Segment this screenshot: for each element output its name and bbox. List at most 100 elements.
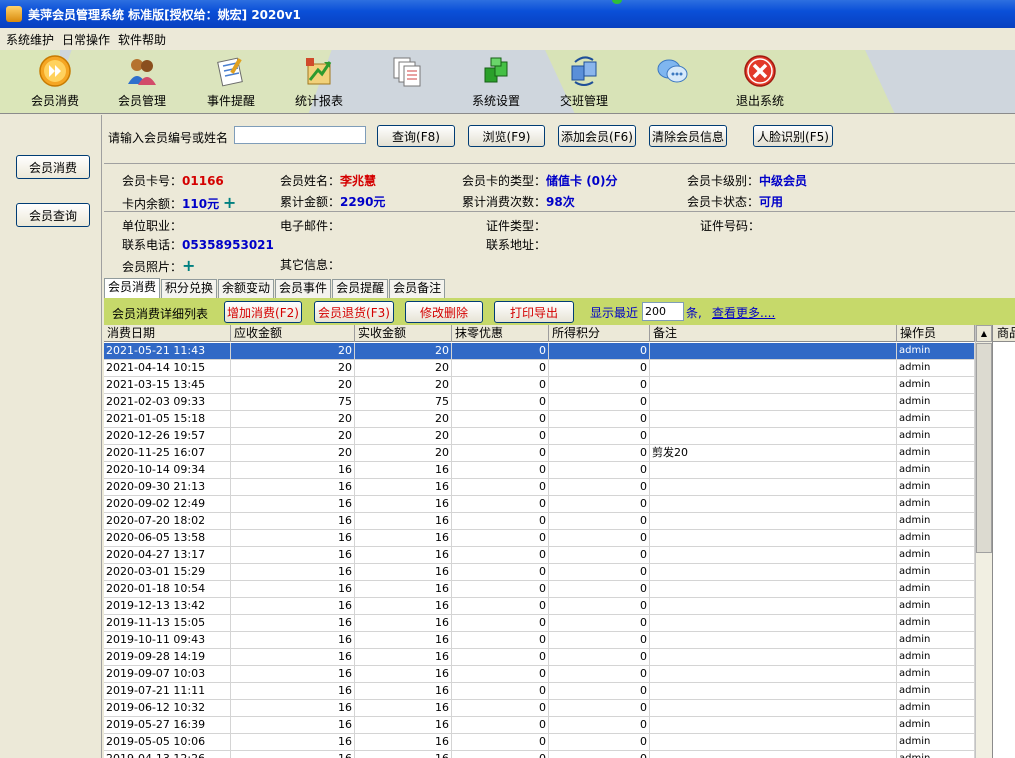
add-photo-icon[interactable]: + xyxy=(182,256,195,275)
toolbar-shift-button[interactable]: 交班管理 xyxy=(549,54,619,112)
cell-rounding: 0 xyxy=(452,530,549,547)
tab-points-exchange[interactable]: 积分兑换 xyxy=(161,279,218,298)
table-scrollbar[interactable]: ▲ xyxy=(975,325,992,758)
table-row[interactable]: 2020-11-25 16:07 20 20 0 0 剪发20 admin xyxy=(104,445,992,462)
add-member-button[interactable]: 添加会员(F6) xyxy=(558,125,636,147)
table-row[interactable]: 2019-09-07 10:03 16 16 0 0 admin xyxy=(104,666,992,683)
table-row[interactable]: 2019-11-13 15:05 16 16 0 0 admin xyxy=(104,615,992,632)
tab-member-events[interactable]: 会员事件 xyxy=(275,279,332,298)
column-header-operator[interactable]: 操作员 xyxy=(897,325,975,342)
table-row[interactable]: 2019-10-11 09:43 16 16 0 0 admin xyxy=(104,632,992,649)
side-member-consume-button[interactable]: 会员消费 xyxy=(16,155,90,179)
divider xyxy=(104,163,1015,164)
cell-note xyxy=(650,700,897,717)
member-return-button[interactable]: 会员退货(F3) xyxy=(314,301,394,323)
edit-delete-button[interactable]: 修改删除 xyxy=(405,301,483,323)
table-row[interactable]: 2019-05-27 16:39 16 16 0 0 admin xyxy=(104,717,992,734)
table-row[interactable]: 2020-01-18 10:54 16 16 0 0 admin xyxy=(104,581,992,598)
table-row[interactable]: 2019-09-28 14:19 16 16 0 0 admin xyxy=(104,649,992,666)
toolbar-member-consume-button[interactable]: 会员消费 xyxy=(20,54,90,112)
table-row[interactable]: 2020-06-05 13:58 16 16 0 0 admin xyxy=(104,530,992,547)
card-no-label: 会员卡号： xyxy=(122,174,183,188)
table-row[interactable]: 2020-09-30 21:13 16 16 0 0 admin xyxy=(104,479,992,496)
menu-daily[interactable]: 日常操作 xyxy=(62,31,110,48)
app-icon xyxy=(6,6,22,22)
menu-system[interactable]: 系统维护 xyxy=(6,31,54,48)
table-row[interactable]: 2020-04-27 13:17 16 16 0 0 admin xyxy=(104,547,992,564)
cell-note xyxy=(650,513,897,530)
cell-operator: admin xyxy=(897,581,975,598)
cell-paid: 16 xyxy=(355,462,452,479)
table-row[interactable]: 2019-04-13 12:26161600admin xyxy=(104,751,992,758)
table-row[interactable]: 2021-03-15 13:45 20 20 0 0 admin xyxy=(104,377,992,394)
column-header-date[interactable]: 消费日期 xyxy=(104,325,231,342)
recent-label: 显示最近 xyxy=(590,306,639,320)
clear-member-button[interactable]: 清除会员信息 xyxy=(649,125,727,147)
table-row[interactable]: 2019-06-12 10:32 16 16 0 0 admin xyxy=(104,700,992,717)
menu-help[interactable]: 软件帮助 xyxy=(118,31,166,48)
table-row[interactable]: 2021-05-21 11:43 20 20 0 0 admin xyxy=(104,343,992,360)
toolbar-exit-button[interactable]: 退出系统 xyxy=(725,54,795,112)
tab-member-reminders[interactable]: 会员提醒 xyxy=(332,279,389,298)
card-type-field: 会员卡的类型：储值卡 (0)分 xyxy=(462,172,618,189)
cell-note xyxy=(650,717,897,734)
toolbar-settings-button[interactable]: 系统设置 xyxy=(461,54,531,112)
cell-paid: 16 xyxy=(355,666,452,683)
toolbar-chat-button[interactable] xyxy=(637,54,707,112)
cell-operator: admin xyxy=(897,496,975,513)
table-row[interactable]: 2020-09-02 12:49 16 16 0 0 admin xyxy=(104,496,992,513)
cell-points: 0 xyxy=(549,632,650,649)
scrollbar-thumb[interactable] xyxy=(976,343,992,553)
cell-rounding: 0 xyxy=(452,479,549,496)
cell-rounding: 0 xyxy=(452,547,549,564)
scroll-up-icon[interactable]: ▲ xyxy=(976,325,992,342)
table-row[interactable]: 2019-07-21 11:11 16 16 0 0 admin xyxy=(104,683,992,700)
cell-paid: 16 xyxy=(355,700,452,717)
column-header-paid[interactable]: 实收金额 xyxy=(355,325,452,342)
cell-date: 2019-04-13 12:26 xyxy=(104,751,231,758)
browse-button[interactable]: 浏览(F9) xyxy=(468,125,545,147)
table-row[interactable]: 2020-12-26 19:57 20 20 0 0 admin xyxy=(104,428,992,445)
status-field: 会员卡状态：可用 xyxy=(687,193,783,210)
table-row[interactable]: 2020-03-01 15:29 16 16 0 0 admin xyxy=(104,564,992,581)
toolbar-event-reminder-button[interactable]: 事件提醒 xyxy=(196,54,266,112)
close-circle-icon xyxy=(743,54,777,88)
table-row[interactable]: 2020-10-14 09:34 16 16 0 0 admin xyxy=(104,462,992,479)
toolbar-documents-button[interactable] xyxy=(372,54,442,112)
cell-due: 16 xyxy=(231,496,355,513)
toolbar-label: 会员管理 xyxy=(117,94,166,108)
table-row[interactable]: 2019-05-05 10:06 16 16 0 0 admin xyxy=(104,734,992,751)
toolbar-member-manage-button[interactable]: 会员管理 xyxy=(107,54,177,112)
toolbar-report-button[interactable]: 统计报表 xyxy=(284,54,354,112)
column-header-rounding[interactable]: 抹零优惠 xyxy=(452,325,549,342)
cell-note xyxy=(650,479,897,496)
column-header-points[interactable]: 所得积分 xyxy=(549,325,650,342)
window-title: 美萍会员管理系统 标准版[授权给：姚宏] 2020v1 xyxy=(28,7,301,22)
cell-operator: admin xyxy=(897,666,975,683)
table-row[interactable]: 2021-02-03 09:33 75 75 0 0 admin xyxy=(104,394,992,411)
table-row[interactable]: 2021-01-05 15:18 20 20 0 0 admin xyxy=(104,411,992,428)
add-balance-icon[interactable]: + xyxy=(223,193,236,212)
table-row[interactable]: 2019-12-13 13:42 16 16 0 0 admin xyxy=(104,598,992,615)
tab-member-consume[interactable]: 会员消费 xyxy=(104,278,161,298)
query-button[interactable]: 查询(F8) xyxy=(377,125,455,147)
print-export-button[interactable]: 打印导出 xyxy=(494,301,574,323)
tab-member-notes[interactable]: 会员备注 xyxy=(389,279,446,298)
side-member-query-button[interactable]: 会员查询 xyxy=(16,203,90,227)
cell-note xyxy=(650,734,897,751)
cell-operator: admin xyxy=(897,700,975,717)
cell-due: 16 xyxy=(231,700,355,717)
table-row[interactable]: 2020-07-20 18:02 16 16 0 0 admin xyxy=(104,513,992,530)
table-row[interactable]: 2021-04-14 10:15 20 20 0 0 admin xyxy=(104,360,992,377)
recent-count-input[interactable]: 200 xyxy=(642,302,684,321)
column-header-note[interactable]: 备注 xyxy=(650,325,897,342)
add-consume-button[interactable]: 增加消费(F2) xyxy=(224,301,302,323)
view-more-link[interactable]: 查看更多.... xyxy=(712,304,775,321)
face-recognition-button[interactable]: 人脸识别(F5) xyxy=(753,125,833,147)
search-input[interactable] xyxy=(234,126,366,144)
column-header-due[interactable]: 应收金额 xyxy=(231,325,355,342)
cell-date: 2019-10-11 09:43 xyxy=(104,632,231,649)
title-bar[interactable]: 美萍会员管理系统 标准版[授权给：姚宏] 2020v1 xyxy=(0,0,1015,28)
tab-balance-change[interactable]: 余额变动 xyxy=(218,279,275,298)
cell-operator: admin xyxy=(897,547,975,564)
